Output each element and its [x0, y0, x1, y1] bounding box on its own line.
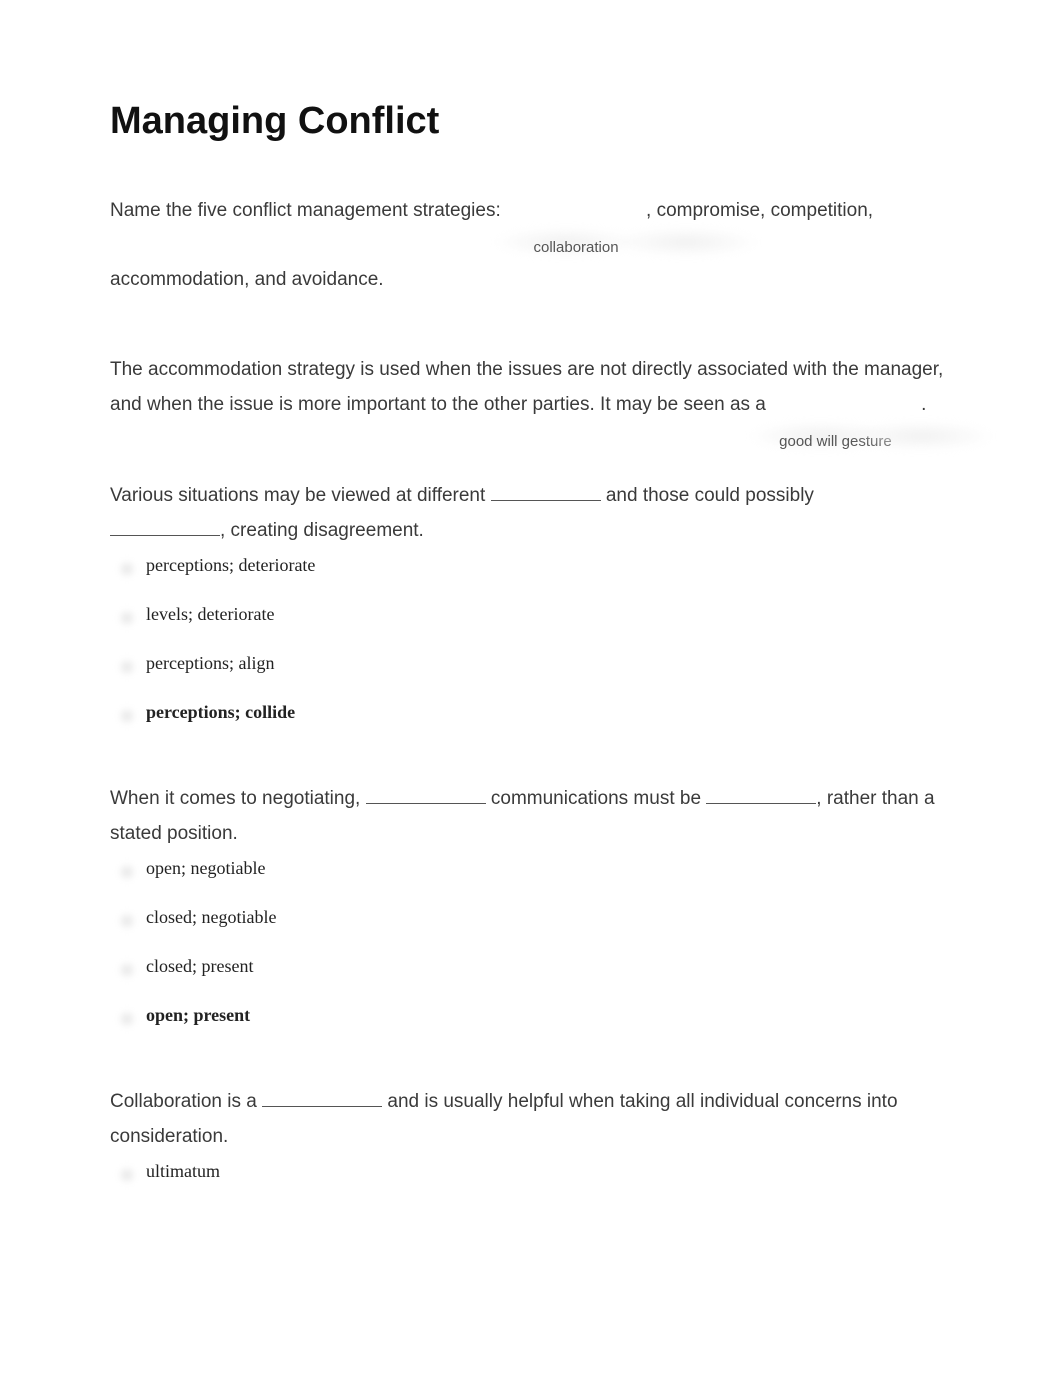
- q5-option-a-text: ultimatum: [146, 1161, 220, 1181]
- q4-option-b-text: closed; negotiable: [146, 907, 276, 927]
- q2-text-part2: .: [921, 394, 926, 415]
- q5-options: ultimatum: [110, 1158, 952, 1185]
- radio-icon: [118, 1010, 136, 1028]
- radio-icon: [118, 1166, 136, 1184]
- q2-answer: good will gesture: [779, 428, 892, 456]
- radio-icon: [118, 658, 136, 676]
- question-1: Name the five conflict management strate…: [110, 193, 952, 297]
- q5-prompt-a: Collaboration is a: [110, 1091, 262, 1112]
- question-4: When it comes to negotiating, communicat…: [110, 781, 952, 1029]
- q3-prompt-c: , creating disagreement.: [220, 520, 424, 541]
- question-2: The accommodation strategy is used when …: [110, 352, 952, 422]
- q3-option-b[interactable]: levels; deteriorate: [146, 601, 952, 628]
- q3-prompt-a: Various situations may be viewed at diff…: [110, 485, 491, 506]
- question-5: Collaboration is a and is usually helpfu…: [110, 1084, 952, 1185]
- q4-option-a[interactable]: open; negotiable: [146, 855, 952, 882]
- q4-prompt-a: When it comes to negotiating,: [110, 788, 366, 809]
- q1-answer-1: collaboration: [534, 234, 619, 262]
- page-title: Managing Conflict: [110, 100, 952, 143]
- q1-text-part2: , compromise, competition,: [646, 200, 873, 221]
- q3-option-c[interactable]: perceptions; align: [146, 650, 952, 677]
- q4-option-c-text: closed; present: [146, 956, 253, 976]
- q4-option-c[interactable]: closed; present: [146, 953, 952, 980]
- question-3: Various situations may be viewed at diff…: [110, 478, 952, 726]
- q3-option-c-text: perceptions; align: [146, 653, 274, 673]
- q3-option-d-text: perceptions; collide: [146, 702, 295, 722]
- q3-blank-2[interactable]: [110, 515, 220, 536]
- radio-icon: [118, 961, 136, 979]
- q3-option-a[interactable]: perceptions; deteriorate: [146, 552, 952, 579]
- radio-icon: [118, 863, 136, 881]
- radio-icon: [118, 912, 136, 930]
- q4-option-b[interactable]: closed; negotiable: [146, 904, 952, 931]
- q3-option-d[interactable]: perceptions; collide: [146, 699, 952, 726]
- radio-icon: [118, 609, 136, 627]
- q3-prompt-b: and those could possibly: [601, 485, 814, 506]
- q3-option-b-text: levels; deteriorate: [146, 604, 274, 624]
- radio-icon: [118, 560, 136, 578]
- q5-blank-1[interactable]: [262, 1086, 382, 1107]
- q3-blank-1[interactable]: [491, 480, 601, 501]
- q3-option-a-text: perceptions; deteriorate: [146, 555, 315, 575]
- radio-icon: [118, 707, 136, 725]
- q2-text-part1: The accommodation strategy is used when …: [110, 359, 943, 415]
- q4-option-d-text: open; present: [146, 1005, 250, 1025]
- q4-options: open; negotiable closed; negotiable clos…: [110, 855, 952, 1029]
- q5-option-a[interactable]: ultimatum: [146, 1158, 952, 1185]
- q4-blank-2[interactable]: [706, 783, 816, 804]
- q4-blank-1[interactable]: [366, 783, 486, 804]
- q4-option-a-text: open; negotiable: [146, 858, 265, 878]
- q3-options: perceptions; deteriorate levels; deterio…: [110, 552, 952, 726]
- q1-text-part3: accommodation, and avoidance.: [110, 262, 952, 297]
- q1-text-part1: Name the five conflict management strate…: [110, 200, 506, 221]
- q4-option-d[interactable]: open; present: [146, 1002, 952, 1029]
- q4-prompt-b: communications must be: [486, 788, 707, 809]
